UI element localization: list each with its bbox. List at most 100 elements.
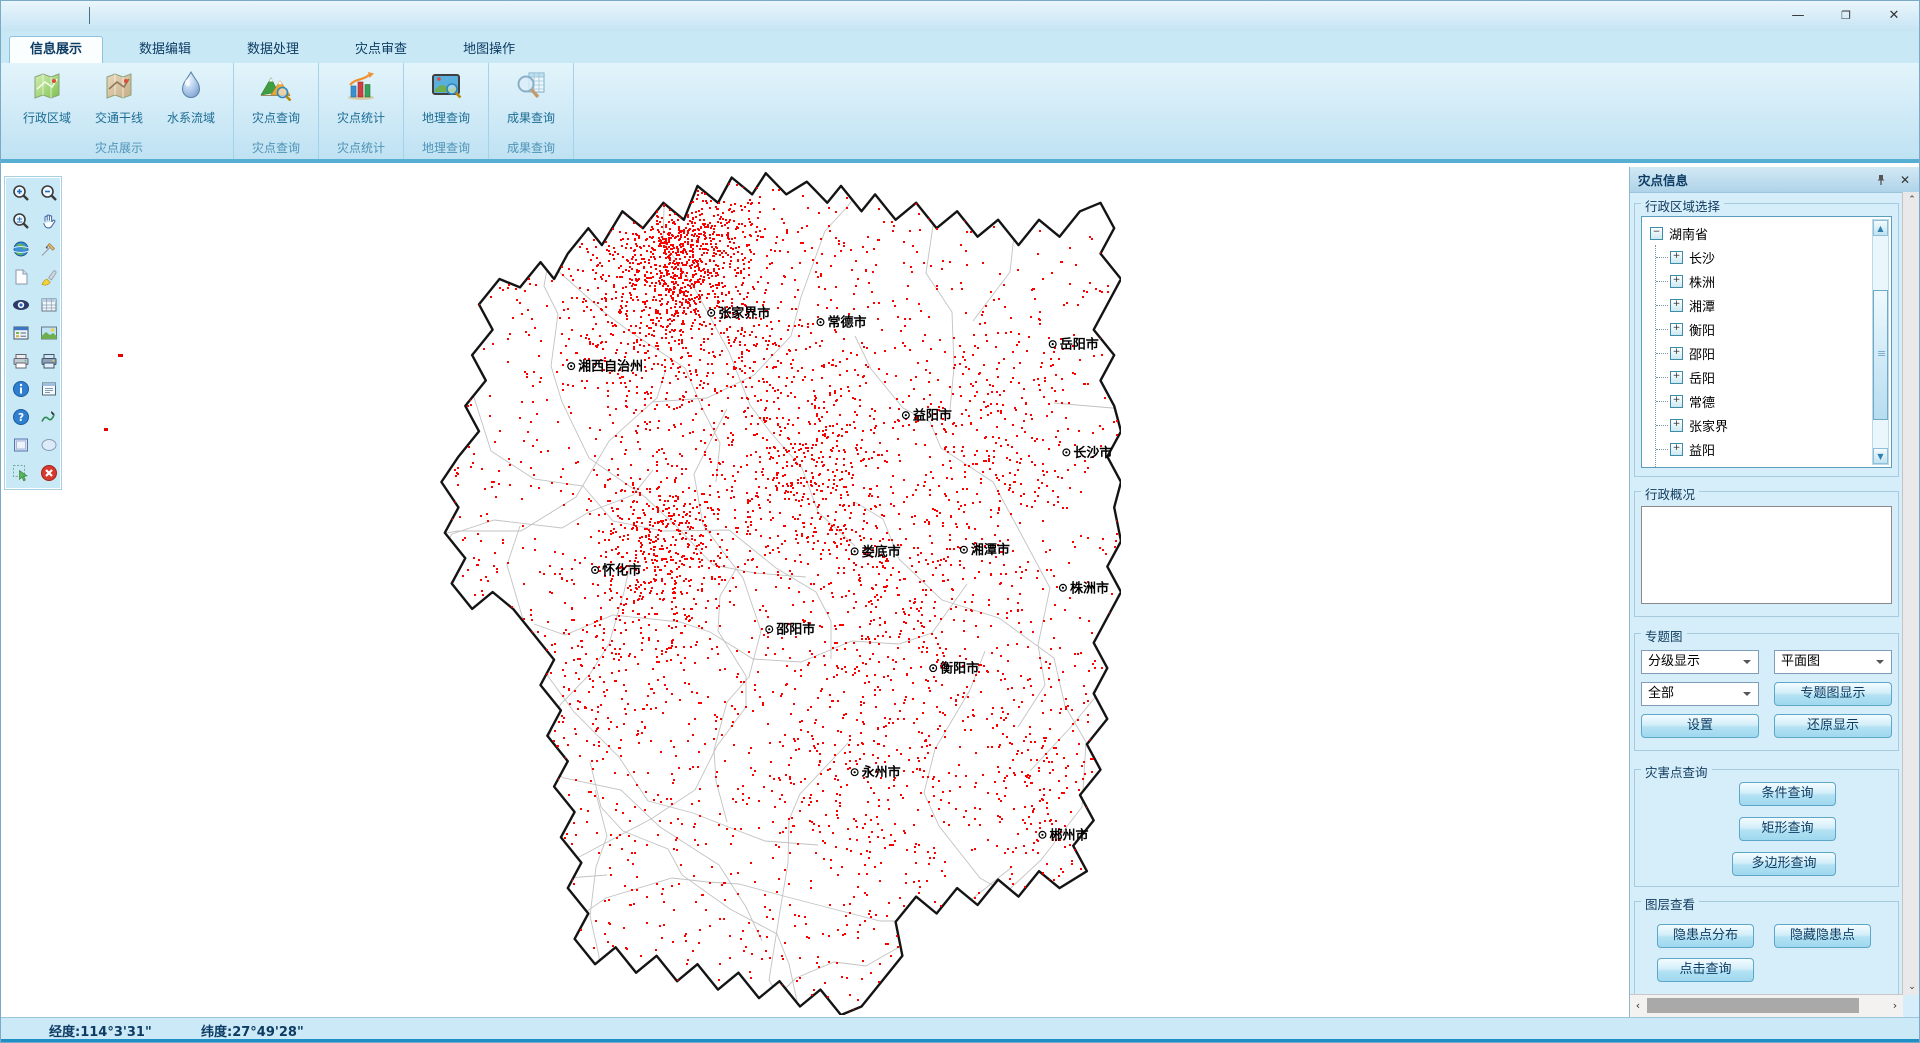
geo-query-icon [429,69,463,103]
hazard-distribution-button[interactable]: 隐患点分布 [1657,924,1754,948]
expand-icon[interactable]: + [1670,299,1683,312]
ribbon-group-4: 地理查询地理查询 [404,63,489,159]
window-bottom-edge [1,1039,1919,1043]
tool-measure-pencil-icon[interactable] [37,237,61,261]
ribbon-button-disaster-stats[interactable]: 灾点统计 [325,65,397,139]
scope-select[interactable]: 全部 [1641,682,1759,706]
tab-2[interactable]: 数据编辑 [119,37,211,63]
region-tree[interactable]: −湖南省 ▲ ▼ +长沙+株洲+湘潭+衡阳+邵阳+岳阳+常德+张家界+益阳+郴州 [1641,216,1892,468]
tool-document-window-icon[interactable] [37,377,61,401]
maximize-button[interactable]: ❐ [1835,4,1857,26]
level-display-select[interactable]: 分级显示 [1641,650,1759,674]
expand-icon[interactable]: + [1670,467,1683,469]
tool-help-icon[interactable]: ? [9,405,33,429]
minimize-button[interactable]: — [1787,4,1809,26]
tool-map-image-icon[interactable] [37,321,61,345]
tool-print-preview-icon[interactable] [37,349,61,373]
hide-hazard-button[interactable]: 隐藏隐患点 [1774,924,1871,948]
tool-brush-icon[interactable] [37,265,61,289]
tree-item-root[interactable]: −湖南省 [1650,221,1891,245]
tool-delete-x-icon[interactable] [37,461,61,485]
expand-icon[interactable]: + [1670,347,1683,360]
tool-select-arrow-icon[interactable] [9,461,33,485]
tree-scroll-up-icon[interactable]: ▲ [1873,220,1888,236]
scroll-right-icon[interactable]: › [1887,995,1903,1016]
tool-pan-hand-icon[interactable] [37,209,61,233]
overview-textarea[interactable] [1641,506,1892,604]
thematic-title: 专题图 [1641,626,1687,645]
tree-item[interactable]: +常德 [1656,389,1891,413]
tool-zoom-in-icon[interactable] [9,181,33,205]
tree-item-label: 长沙 [1689,248,1715,267]
tool-legend-window-icon[interactable] [9,321,33,345]
ribbon-button-water-drop[interactable]: 水系流域 [155,65,227,139]
panel-horizontal-scrollbar[interactable]: ‹ › [1630,994,1903,1017]
tree-item[interactable]: +张家界 [1656,413,1891,437]
ribbon-group-3: 灾点统计灾点统计 [319,63,404,159]
pin-icon[interactable] [1873,172,1889,188]
tab-4[interactable]: 灾点审查 [335,37,427,63]
tool-info-icon[interactable] [9,377,33,401]
ribbon-button-traffic-map[interactable]: 交通干线 [83,65,155,139]
tool-printer-icon[interactable] [9,349,33,373]
result-query-icon [514,69,548,103]
show-thematic-button[interactable]: 专题图显示 [1774,682,1892,706]
panel-body: 行政区域选择 −湖南省 ▲ ▼ +长沙+株洲+湘潭+衡阳+邵阳+岳阳+常德+张家… [1634,197,1899,995]
disaster-query-icon [259,69,293,103]
tool-eye-icon[interactable] [9,293,33,317]
ribbon-group-2: 灾点查询灾点查询 [234,63,319,159]
tool-ellipse-icon[interactable] [37,433,61,457]
scroll-left-icon[interactable]: ‹ [1630,995,1646,1016]
tab-3[interactable]: 数据处理 [227,37,319,63]
ribbon-button-geo-query[interactable]: 地理查询 [410,65,482,139]
tool-blank-page-icon[interactable] [9,265,33,289]
traffic-map-icon [102,69,136,103]
map-type-select[interactable]: 平面图 [1774,650,1892,674]
tool-frame-icon[interactable] [9,433,33,457]
tree-item[interactable]: +株洲 [1656,269,1891,293]
settings-button[interactable]: 设置 [1641,714,1759,738]
scroll-up-icon[interactable]: ⌃ [1903,192,1920,208]
hunan-province-map[interactable]: 张家界市 常德市 岳阳市 湘西自治州 益阳市 长沙市 娄底市 湘潭市 怀化市 [438,169,1121,1015]
close-button[interactable]: ✕ [1883,4,1905,26]
tool-full-extent-globe-icon[interactable] [9,237,33,261]
map-canvas[interactable]: 张家界市 常德市 岳阳市 湘西自治州 益阳市 长沙市 娄底市 湘潭市 怀化市 [1,167,1629,1017]
tree-item[interactable]: +衡阳 [1656,317,1891,341]
tab-1[interactable]: 信息展示 [9,36,103,63]
ribbon-button-admin-region-map[interactable]: 行政区域 [11,65,83,139]
tool-zoom-extent-icon[interactable]: ± [9,209,33,233]
restore-display-button[interactable]: 还原显示 [1774,714,1892,738]
expand-icon[interactable]: + [1670,443,1683,456]
click-query-button[interactable]: 点击查询 [1657,958,1754,982]
polygon-query-button[interactable]: 多边形查询 [1732,852,1836,876]
expand-icon[interactable]: + [1670,419,1683,432]
tree-item[interactable]: + 长沙 [1656,245,1891,269]
tree-item[interactable]: +郴州 [1656,461,1891,468]
expand-icon[interactable]: + [1670,251,1683,264]
tool-zoom-out-icon[interactable] [37,181,61,205]
ribbon-button-result-query[interactable]: 成果查询 [495,65,567,139]
panel-close-icon[interactable]: ✕ [1897,172,1913,188]
ribbon-button-disaster-query[interactable]: 灾点查询 [240,65,312,139]
tool-attribute-table-icon[interactable] [37,293,61,317]
rect-query-button[interactable]: 矩形查询 [1739,817,1836,841]
tree-item[interactable]: +湘潭 [1656,293,1891,317]
tree-item[interactable]: +岳阳 [1656,365,1891,389]
panel-title: 灾点信息 [1638,170,1688,189]
condition-query-button[interactable]: 条件查询 [1739,782,1836,806]
expand-icon[interactable]: + [1670,395,1683,408]
collapse-icon[interactable]: − [1650,227,1663,240]
ribbon-button-label: 交通干线 [95,109,143,126]
tab-5[interactable]: 地图操作 [443,37,535,63]
expand-icon[interactable]: + [1670,371,1683,384]
ribbon-button-label: 灾点查询 [252,109,300,126]
tree-item[interactable]: +益阳 [1656,437,1891,461]
tool-sketch-line-icon[interactable] [37,405,61,429]
titlebar-caret [89,7,90,24]
tree-item[interactable]: +邵阳 [1656,341,1891,365]
expand-icon[interactable]: + [1670,323,1683,336]
panel-vertical-scrollbar[interactable]: ⌃ ⌄ [1902,192,1920,995]
hscroll-thumb[interactable] [1647,998,1859,1013]
scroll-down-icon[interactable]: ⌄ [1903,979,1920,995]
expand-icon[interactable]: + [1670,275,1683,288]
